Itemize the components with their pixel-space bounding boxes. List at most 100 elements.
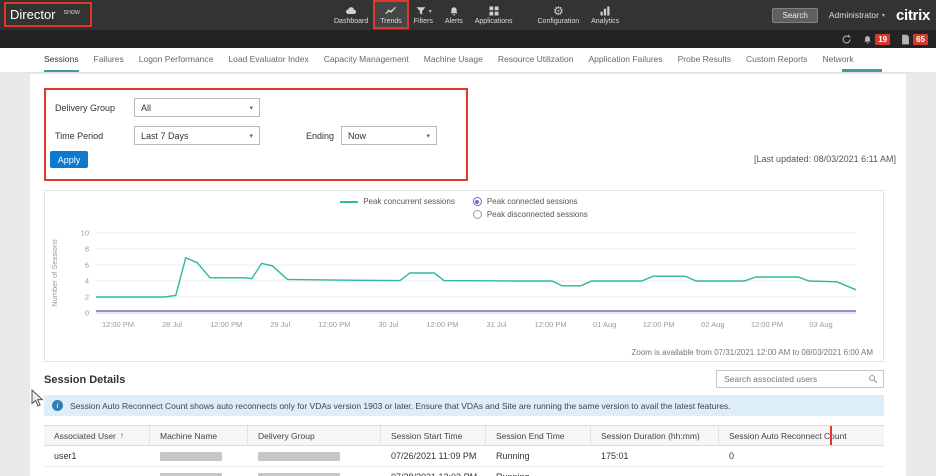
warning-count-badge: 65 — [913, 34, 928, 45]
apply-button[interactable]: Apply — [50, 151, 88, 168]
svg-text:8: 8 — [85, 245, 89, 254]
tab-probe-results[interactable]: Probe Results — [678, 48, 731, 72]
column-header-delivery-group[interactable]: Delivery Group — [248, 426, 381, 445]
reconnect-info-banner: i Session Auto Reconnect Count shows aut… — [44, 395, 884, 416]
top-navigation-bar: Director snow Dashboard Trends ▾ Filters… — [0, 0, 936, 30]
legend-item-disconnected: Peak disconnected sessions — [473, 210, 588, 219]
column-header-session-end-time[interactable]: Session End Time — [486, 426, 591, 445]
nav-item-filters[interactable]: ▾ Filters — [408, 0, 439, 30]
nav-item-applications[interactable]: Applications — [469, 0, 519, 30]
nav-item-trends[interactable]: Trends — [374, 0, 408, 30]
filters-icon: ▾ — [415, 5, 432, 17]
svg-text:31 Jul: 31 Jul — [487, 320, 507, 329]
column-header-associated-user[interactable]: Associated User ↑ — [44, 426, 150, 445]
nav-label-alerts: Alerts — [445, 18, 463, 25]
legend-label-connected: Peak connected sessions — [487, 197, 578, 206]
table-row[interactable]: 07/28/2021 12:03 PM Running — [44, 467, 884, 476]
table-row[interactable]: user1 07/26/2021 11:09 PM Running 175:01… — [44, 446, 884, 467]
sessions-chart-card: Peak concurrent sessions Peak connected … — [44, 190, 884, 362]
search-icon[interactable] — [868, 374, 878, 384]
chart-legend: Peak concurrent sessions Peak connected … — [45, 197, 883, 219]
chevron-down-icon: ▾ — [429, 8, 432, 15]
chevron-down-icon: ▾ — [426, 132, 430, 140]
search-button[interactable]: Search — [772, 8, 817, 23]
tab-scroll-indicator — [842, 69, 882, 72]
svg-text:03 Aug: 03 Aug — [809, 320, 832, 329]
nav-item-alerts[interactable]: Alerts — [439, 0, 469, 30]
column-header-session-duration[interactable]: Session Duration (hh:mm) — [591, 426, 719, 445]
column-label: Session Auto Reconnect Count — [729, 431, 847, 441]
sort-ascending-icon: ↑ — [120, 431, 124, 440]
redacted-value — [258, 452, 340, 461]
ending-label: Ending — [306, 131, 334, 141]
legend-line-swatch — [340, 201, 358, 203]
nav-label-dashboard: Dashboard — [334, 18, 368, 25]
sessions-chart-svg[interactable]: 024681012:00 PM28 Jul12:00 PM29 Jul12:00… — [45, 223, 883, 349]
tab-resource-utilization[interactable]: Resource Utilization — [498, 48, 574, 72]
svg-text:6: 6 — [85, 261, 89, 270]
tab-machine-usage[interactable]: Machine Usage — [424, 48, 483, 72]
ending-select[interactable]: Now ▾ — [341, 126, 437, 145]
user-menu[interactable]: Administrator ▾ — [829, 10, 885, 20]
svg-text:12:00 PM: 12:00 PM — [102, 320, 134, 329]
column-header-session-auto-reconnect-count[interactable]: Session Auto Reconnect Count — [719, 426, 884, 445]
nav-label-trends: Trends — [380, 18, 402, 25]
nav-label-filters: Filters — [414, 18, 433, 25]
tab-logon-performance[interactable]: Logon Performance — [139, 48, 214, 72]
svg-text:0: 0 — [85, 309, 89, 318]
nav-label-configuration: Configuration — [538, 18, 580, 25]
director-logo-wrap[interactable]: Director snow — [4, 2, 92, 27]
associated-users-search[interactable] — [716, 370, 884, 388]
ending-value: Now — [348, 131, 366, 141]
cell-machine-name — [150, 446, 248, 466]
document-icon — [900, 34, 911, 45]
cell-session-start-time: 07/28/2021 12:03 PM — [381, 467, 486, 476]
redacted-value — [160, 473, 222, 476]
tab-capacity-management[interactable]: Capacity Management — [324, 48, 409, 72]
session-details-title: Session Details — [44, 374, 125, 386]
citrix-logo: citrix — [896, 7, 930, 24]
svg-text:01 Aug: 01 Aug — [593, 320, 616, 329]
time-period-select[interactable]: Last 7 Days ▾ — [134, 126, 260, 145]
zoom-availability-note: Zoom is available from 07/31/2021 12:00 … — [632, 348, 874, 357]
cell-session-duration — [591, 467, 719, 476]
main-nav: Dashboard Trends ▾ Filters Alerts Applic… — [328, 0, 625, 30]
svg-text:29 Jul: 29 Jul — [270, 320, 290, 329]
column-header-session-start-time[interactable]: Session Start Time — [381, 426, 486, 445]
warnings-counter[interactable]: 65 — [900, 34, 928, 45]
tab-failures[interactable]: Failures — [94, 48, 124, 72]
applications-icon — [488, 5, 500, 17]
site-name: snow — [64, 9, 80, 16]
alert-count-badge: 19 — [875, 34, 890, 45]
tab-load-evaluator-index[interactable]: Load Evaluator Index — [228, 48, 308, 72]
tab-sessions[interactable]: Sessions — [44, 48, 79, 72]
svg-text:10: 10 — [81, 229, 89, 238]
column-header-machine-name[interactable]: Machine Name — [150, 426, 248, 445]
tab-application-failures[interactable]: Application Failures — [588, 48, 662, 72]
radio-unselected-icon[interactable] — [473, 210, 482, 219]
chevron-down-icon: ▾ — [249, 132, 253, 140]
svg-text:12:00 PM: 12:00 PM — [210, 320, 242, 329]
nav-item-configuration[interactable]: ⚙ Configuration — [532, 0, 586, 30]
svg-text:12:00 PM: 12:00 PM — [426, 320, 458, 329]
search-input[interactable] — [722, 373, 864, 385]
reconnect-info-text: Session Auto Reconnect Count shows auto … — [70, 401, 731, 411]
refresh-icon[interactable] — [841, 34, 852, 45]
nav-item-analytics[interactable]: Analytics — [585, 0, 625, 30]
radio-selected-icon[interactable] — [473, 197, 482, 206]
chevron-down-icon: ▾ — [249, 104, 253, 112]
content-area: Delivery Group All ▾ Time Period Last 7 … — [30, 74, 906, 476]
notification-cluster: 19 65 — [841, 30, 928, 48]
legend-label-concurrent: Peak concurrent sessions — [363, 197, 455, 206]
svg-text:02 Aug: 02 Aug — [701, 320, 724, 329]
redacted-value — [258, 473, 340, 476]
alerts-counter[interactable]: 19 — [862, 34, 890, 45]
nav-item-dashboard[interactable]: Dashboard — [328, 0, 374, 30]
tab-custom-reports[interactable]: Custom Reports — [746, 48, 807, 72]
cell-session-auto-reconnect-count — [719, 467, 884, 476]
legend-item-concurrent: Peak concurrent sessions — [340, 197, 455, 206]
delivery-group-select[interactable]: All ▾ — [134, 98, 260, 117]
director-logo: Director — [10, 7, 56, 22]
svg-text:12:00 PM: 12:00 PM — [751, 320, 783, 329]
notification-bar: 19 65 — [0, 30, 936, 48]
